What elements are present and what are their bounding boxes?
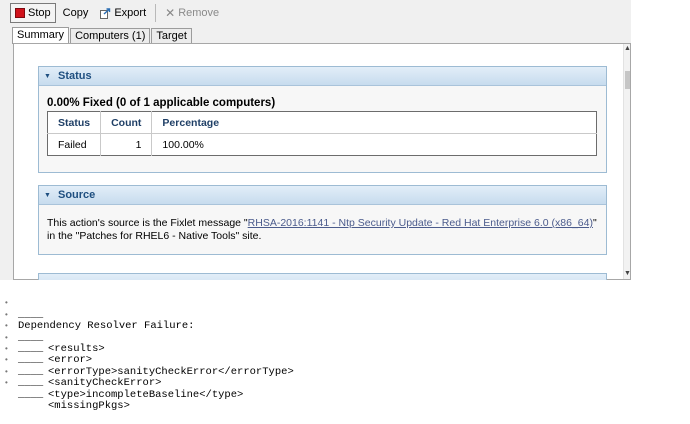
log-line: • ____ <missingPkgs> [0,367,690,412]
log-line: • ____ <results> [0,310,690,355]
tab-computers[interactable]: Computers (1) [70,28,151,44]
column-header-count[interactable]: Count [100,111,153,134]
export-button[interactable]: Export [95,3,151,23]
export-label: Export [114,7,147,19]
source-section-header[interactable]: ▼ Source [39,186,606,205]
source-heading: Source [58,189,96,201]
cell-status: Failed [47,133,102,156]
toolbar: Stop Copy Export ✕ Remove [0,0,631,26]
summary-panel: ▼ Status 0.00% Fixed (0 of 1 applicable … [13,43,631,280]
log-line: • Dependency Resolver Failure: [0,298,690,332]
scroll-thumb[interactable] [625,71,630,89]
scroll-up-arrow-icon[interactable]: ▲ [624,45,631,53]
cell-count: 1 [100,133,153,156]
remove-label: Remove [178,7,220,19]
copy-label: Copy [62,7,89,19]
copy-button[interactable]: Copy [58,3,94,23]
remove-button[interactable]: ✕ Remove [160,3,224,23]
log-line: • ____ [0,287,690,320]
cell-percentage: 100.00% [162,138,204,151]
status-table: Status Count Percentage Failed 1 100.00% [47,111,597,156]
toolbar-separator [155,4,157,22]
log-line: • ____ <type>incompleteBaseline</type> [0,355,690,401]
log-line: • ____ <errorType>sanityCheckError</erro… [0,333,690,378]
remove-icon: ✕ [165,6,176,20]
tab-bar: Summary Computers (1) Target [12,27,193,44]
log-line: • ____ <sanityCheckError> [0,344,690,389]
log-line-text: <missingPkgs> [48,399,130,412]
status-heading: Status [58,70,92,82]
collapse-triangle-icon: ▼ [44,192,51,199]
tab-target[interactable]: Target [151,28,192,44]
source-text-before: This action's source is the Fixlet messa… [47,217,248,229]
collapsed-section: ▼ [38,273,607,280]
tab-summary[interactable]: Summary [12,27,70,44]
summary-content: ▼ Status 0.00% Fixed (0 of 1 applicable … [15,45,625,280]
table-header-row: Status Count Percentage [47,111,597,134]
collapse-triangle-icon: ▼ [44,73,51,80]
status-summary: 0.00% Fixed (0 of 1 applicable computers… [47,97,276,109]
log-line-lead: ____ [18,388,44,401]
bullet-icon: • [4,379,9,389]
status-section: ▼ Status 0.00% Fixed (0 of 1 applicable … [38,66,607,173]
column-header-percentage[interactable]: Percentage [151,111,597,134]
column-header-status[interactable]: Status [47,111,102,134]
vertical-scrollbar[interactable]: ▲ ▼ [623,44,631,279]
action-window: Stop Copy Export ✕ Remove Summary Comput… [0,0,631,280]
export-icon [100,7,111,19]
stop-button[interactable]: Stop [10,3,56,23]
source-section: ▼ Source This action's source is the Fix… [38,185,607,255]
log-line-text: <sanityCheckError> [48,377,162,390]
scroll-down-arrow-icon[interactable]: ▼ [624,270,631,278]
log-line: • ____ <error> [0,321,690,367]
source-fixlet-link[interactable]: RHSA-2016:1141 - Ntp Security Update - R… [248,217,593,229]
log-output: • ____ • Dependency Resolver Failure: • … [0,287,690,412]
table-row[interactable]: Failed 1 100.00% [47,133,597,156]
stop-label: Stop [28,7,51,19]
source-text: This action's source is the Fixlet messa… [47,217,602,243]
status-section-header[interactable]: ▼ Status [39,67,606,86]
collapsed-section-header[interactable]: ▼ [39,274,606,280]
stop-icon [15,8,25,18]
